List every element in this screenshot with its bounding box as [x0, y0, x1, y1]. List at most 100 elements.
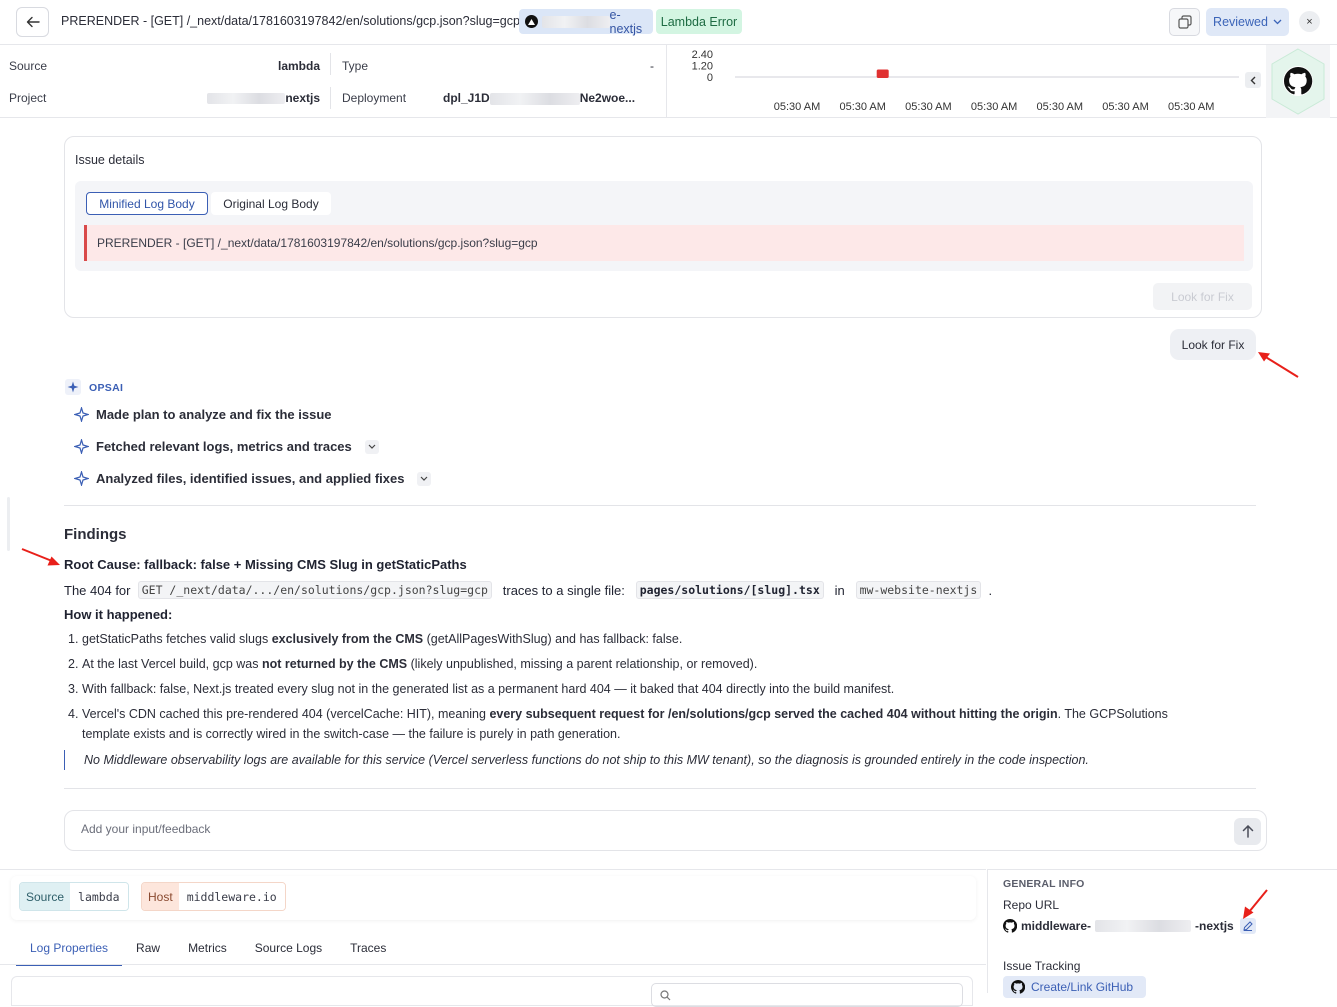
agent-step-label: Made plan to analyze and fix the issue [96, 407, 332, 422]
github-panel[interactable] [1266, 45, 1330, 118]
type-value: - [650, 59, 654, 73]
sparkle-icon [74, 471, 89, 486]
tag-source: Source lambda [19, 882, 129, 911]
redacted-text [489, 92, 580, 105]
close-icon: × [1306, 15, 1313, 28]
log-detail-panel: Source lambda Host middleware.io Log Pro… [0, 869, 986, 1007]
tags-card: Source lambda Host middleware.io [11, 876, 976, 920]
source-label: Source [9, 59, 48, 73]
general-info-heading: GENERAL INFO [1003, 878, 1085, 890]
tab-source-logs[interactable]: Source Logs [241, 935, 336, 966]
sparkle-icon [65, 379, 81, 395]
close-button[interactable]: × [1299, 11, 1320, 32]
back-button[interactable] [16, 7, 49, 37]
x-tick-label: 05:30 AM [971, 101, 1017, 113]
x-tick-label: 05:30 AM [905, 101, 951, 113]
issue-details-card: Issue details Minified Log Body Original… [64, 136, 1262, 318]
error-type-badge: Lambda Error [656, 9, 742, 34]
chevron-left-icon [1250, 76, 1256, 84]
how-heading: How it happened: [64, 607, 173, 622]
list-item: 3. With fallback: false, Next.js treated … [68, 682, 895, 696]
x-tick-label: 05:30 AM [839, 101, 885, 113]
tab-traces[interactable]: Traces [336, 935, 400, 966]
deployment-label: Deployment [342, 91, 407, 105]
list-item: 4. Vercel's CDN cached this pre-rendered … [68, 707, 1168, 741]
agent-step[interactable]: Analyzed files, identified issues, and a… [74, 471, 432, 486]
copy-icon [1177, 15, 1192, 29]
reviewed-label: Reviewed [1213, 15, 1268, 29]
back-arrow-icon [26, 16, 40, 28]
y-tick-label: 1.20 [692, 61, 713, 73]
type-label: Type [342, 59, 369, 73]
tab-original-log-body[interactable]: Original Log Body [211, 192, 331, 215]
root-cause: Root Cause: fallback: false + Missing CM… [64, 557, 467, 572]
redacted-text [207, 93, 286, 105]
send-button[interactable] [1234, 818, 1261, 845]
deployment-value: dpl_J1D Ne2woe... [443, 91, 636, 105]
top-bar: PRERENDER - [GET] /_next/data/1781603197… [0, 0, 1337, 45]
chart-bar [876, 69, 889, 78]
chart-svg: 2.401.200 05:30 AM 05:30 AM 05:30 AM 05:30 A… [692, 49, 1239, 113]
send-arrow-icon [1242, 825, 1253, 838]
expand-step-button[interactable] [364, 439, 379, 454]
github-icon [1003, 919, 1017, 933]
project-badge-label: e-nextjs [609, 7, 643, 36]
general-info-panel: GENERAL INFO Repo URL middleware- -nextjs… [987, 869, 1337, 998]
properties-panel [11, 976, 973, 1007]
edit-icon [1243, 921, 1253, 931]
log-body-panel: Minified Log Body Original Log Body PRER… [75, 181, 1253, 271]
github-icon [1011, 980, 1025, 994]
log-body-text: PRERENDER - [GET] /_next/data/1781603197… [84, 225, 1244, 261]
project-value: nextjs [206, 91, 320, 105]
x-tick-label: 05:30 AM [774, 101, 820, 113]
list-item: 2. At the last Vercel build, gcp was not … [68, 657, 758, 671]
agent-name: OPSAI [89, 382, 124, 394]
tab-log-properties[interactable]: Log Properties [16, 935, 123, 966]
list-item: 1. getStaticPaths fetches valid slugs exc… [68, 632, 683, 646]
annotation-arrow [1258, 352, 1299, 378]
feedback-box [64, 810, 1267, 851]
issue-tracking-label: Issue Tracking [1003, 959, 1081, 973]
tab-metrics[interactable]: Metrics [174, 935, 241, 966]
feedback-input[interactable] [79, 821, 1179, 837]
chart-scroll-button[interactable] [1245, 72, 1261, 88]
github-icon [1271, 48, 1325, 115]
vercel-icon [525, 15, 538, 28]
redacted-text [541, 15, 610, 28]
y-tick-label: 0 [707, 72, 713, 84]
tab-raw[interactable]: Raw [122, 935, 174, 966]
finding-summary: The 404 for GET /_next/data/.../en/solut… [64, 581, 993, 599]
agent-step[interactable]: Fetched relevant logs, metrics and trace… [74, 439, 379, 454]
sparkle-icon [74, 407, 89, 422]
agent-step-label: Analyzed files, identified issues, and a… [96, 471, 405, 486]
search-fields-input[interactable] [651, 983, 963, 1007]
code-repo: mw-website-nextjs [855, 581, 982, 599]
detail-tabs: Log Properties Raw Metrics Source Logs T… [16, 935, 400, 966]
x-tick-label: 05:30 AM [1102, 101, 1148, 113]
repo-url[interactable]: middleware- -nextjs [1003, 918, 1256, 934]
project-badge[interactable]: e-nextjs [519, 7, 653, 36]
user-message-bubble: Look for Fix [1170, 329, 1256, 360]
project-label: Project [9, 91, 47, 105]
findings-heading: Findings [64, 526, 127, 543]
look-for-fix-button-disabled[interactable]: Look for Fix [1153, 283, 1252, 310]
agent-step: Made plan to analyze and fix the issue [74, 407, 332, 422]
x-tick-label: 05:30 AM [1168, 101, 1214, 113]
chevron-down-icon [421, 476, 428, 481]
divider [64, 788, 1256, 789]
tab-minified-log-body[interactable]: Minified Log Body [86, 192, 208, 215]
expand-step-button[interactable] [417, 471, 432, 486]
tag-host: Host middleware.io [141, 882, 286, 911]
issue-details-title: Issue details [75, 153, 145, 167]
agent-step-label: Fetched relevant logs, metrics and trace… [96, 439, 352, 454]
x-tick-label: 05:30 AM [1037, 101, 1083, 113]
copy-button[interactable] [1169, 8, 1200, 36]
page-title: PRERENDER - [GET] /_next/data/1781603197… [61, 14, 520, 28]
meta-row: Source lambda Project nextjs Type - Depl… [0, 45, 1337, 118]
sparkle-icon [74, 439, 89, 454]
scroll-indicator[interactable] [7, 497, 10, 551]
source-value: lambda [277, 59, 320, 73]
search-icon [660, 990, 671, 1001]
create-link-github-button[interactable]: Create/Link GitHub [1003, 976, 1146, 998]
reviewed-dropdown[interactable]: Reviewed [1206, 8, 1289, 36]
